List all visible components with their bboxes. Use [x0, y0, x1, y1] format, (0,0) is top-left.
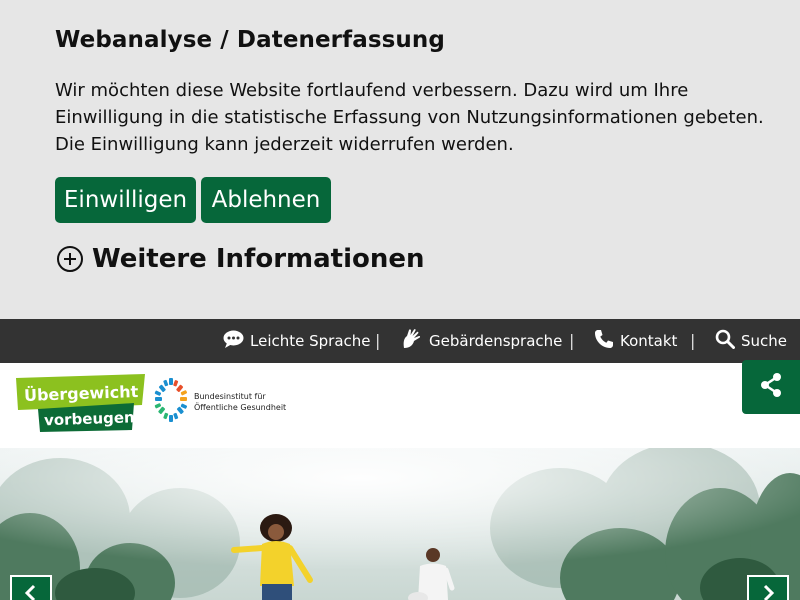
logo-line2: vorbeugen	[44, 408, 135, 429]
consent-title: Webanalyse / Datenerfassung	[55, 27, 445, 53]
consent-banner: Webanalyse / Datenerfassung Wir möchten …	[0, 0, 800, 319]
search-icon	[715, 329, 741, 353]
chevron-right-icon	[760, 584, 776, 600]
sign-language-label: Gebärdensprache	[429, 332, 563, 350]
institute-name: Bundesinstitut für Öffentliche Gesundhei…	[194, 391, 286, 413]
share-icon	[758, 372, 784, 402]
nav-separator: |	[690, 331, 696, 350]
consent-text-line: Wir möchten diese Website fortlaufend ve…	[55, 80, 689, 101]
utility-nav: Leichte Sprache | Gebärdensprache | Kont…	[0, 319, 800, 363]
contact-label: Kontakt	[620, 332, 678, 350]
decline-button[interactable]: Ablehnen	[201, 177, 331, 223]
hero-photo	[0, 448, 800, 600]
plus-circle-icon	[55, 244, 85, 274]
carousel-next-button[interactable]	[747, 575, 789, 600]
share-button[interactable]	[742, 360, 800, 414]
nav-separator: |	[569, 331, 575, 350]
institute-emblem-icon	[153, 377, 189, 427]
speech-bubble-icon	[223, 330, 250, 353]
more-info-toggle[interactable]: Weitere Informationen	[55, 244, 425, 274]
hero-image	[0, 448, 800, 600]
institute-logo[interactable]: Bundesinstitut für Öffentliche Gesundhei…	[153, 378, 293, 426]
site-header: Übergewicht vorbeugen Bundesinstitut für…	[0, 360, 800, 448]
institute-name-line: Bundesinstitut für	[194, 392, 266, 401]
chevron-left-icon	[23, 584, 39, 600]
accept-button[interactable]: Einwilligen	[55, 177, 196, 223]
consent-text: Wir möchten diese Website fortlaufend ve…	[55, 77, 775, 158]
uebergewicht-vorbeugen-logo[interactable]: Übergewicht vorbeugen	[14, 374, 149, 436]
search-label: Suche	[741, 332, 788, 350]
search-link[interactable]: Suche	[715, 319, 787, 363]
more-info-label: Weitere Informationen	[92, 244, 425, 274]
contact-link[interactable]: Kontakt	[594, 319, 677, 363]
phone-icon	[594, 329, 620, 353]
easy-language-link[interactable]: Leichte Sprache	[223, 319, 371, 363]
easy-language-label: Leichte Sprache	[250, 332, 371, 350]
logo-line1: Übergewicht	[24, 382, 139, 405]
institute-name-line: Öffentliche Gesundheit	[194, 403, 287, 412]
carousel-prev-button[interactable]	[10, 575, 52, 600]
nav-separator: |	[375, 331, 381, 350]
consent-text-line: Einwilligung in die statistische Erfassu…	[55, 107, 764, 128]
sign-language-link[interactable]: Gebärdensprache	[401, 319, 562, 363]
consent-text-line: Die Einwilligung kann jederzeit widerruf…	[55, 134, 514, 155]
sign-language-hands-icon	[401, 328, 429, 354]
